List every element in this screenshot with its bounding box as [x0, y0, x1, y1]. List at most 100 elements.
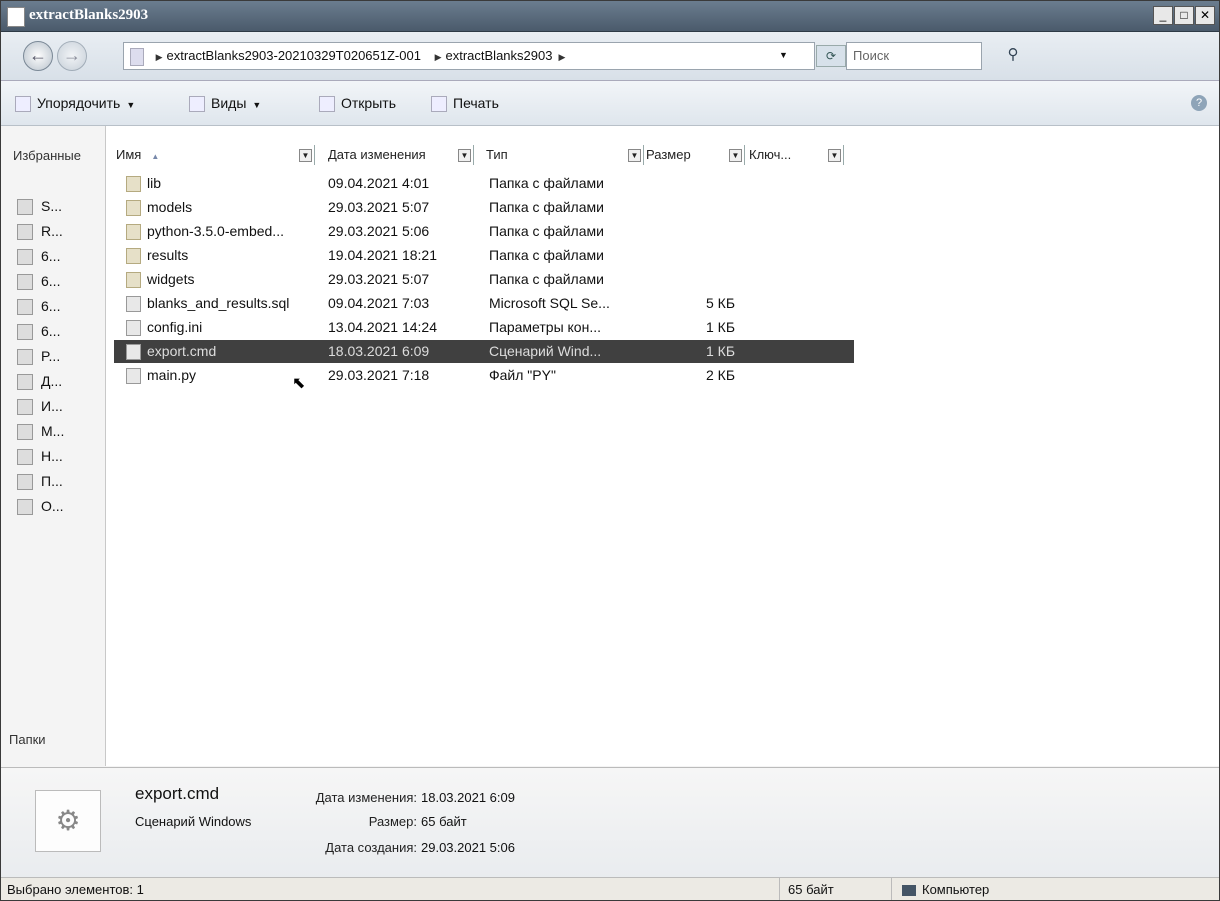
- search-icon[interactable]: ⚲: [1001, 42, 1025, 68]
- details-size-value: 65 байт: [421, 814, 467, 829]
- script-file-icon: ⚙: [35, 790, 101, 852]
- file-type: Папка с файлами: [489, 199, 604, 215]
- nav-item[interactable]: 6...: [17, 244, 60, 268]
- file-date: 29.03.2021 5:07: [328, 199, 430, 215]
- mouse-cursor-icon: ⬉: [292, 375, 306, 392]
- file-list: Имя ▲ ▼ Дата изменения ▼ Тип ▼ Размер ▼ Ключ.…: [106, 126, 1219, 766]
- ini-file-icon: [126, 320, 141, 337]
- cmd-file-icon: [126, 344, 141, 361]
- title-bar: extractBlanks2903 _ □ ✕: [1, 1, 1219, 32]
- nav-item[interactable]: Д...: [17, 369, 62, 393]
- file-row[interactable]: results 19.04.2021 18:21 Папка с файлами: [114, 244, 854, 267]
- file-name: models: [147, 199, 193, 215]
- chevron-right-icon: ▶: [155, 52, 163, 62]
- column-dropdown-icon[interactable]: ▼: [729, 149, 742, 162]
- file-name: blanks_and_results.sql: [147, 295, 290, 311]
- folder-icon: [126, 176, 141, 193]
- window-controls: _ □ ✕: [1153, 6, 1215, 25]
- file-row[interactable]: lib 09.04.2021 4:01 Папка с файлами: [114, 172, 854, 195]
- command-bar: Упорядочить ▼ Виды ▼ Открыть Печать ?: [1, 81, 1219, 126]
- column-header-name[interactable]: Имя ▲ ▼: [116, 145, 315, 165]
- print-button[interactable]: Печать: [431, 92, 499, 114]
- file-row[interactable]: blanks_and_results.sql 09.04.2021 7:03 M…: [114, 292, 854, 315]
- file-name: widgets: [147, 271, 195, 287]
- file-row[interactable]: config.ini 13.04.2021 14:24 Параметры ко…: [114, 316, 854, 339]
- open-icon: [319, 96, 335, 113]
- nav-item[interactable]: 6...: [17, 319, 60, 343]
- nav-item[interactable]: 6...: [17, 269, 60, 293]
- nav-item[interactable]: S...: [17, 194, 62, 218]
- search-icon: [17, 449, 33, 466]
- file-row[interactable]: models 29.03.2021 5:07 Папка с файлами: [114, 196, 854, 219]
- nav-item[interactable]: O...: [17, 494, 64, 518]
- column-dropdown-icon[interactable]: ▼: [458, 149, 471, 162]
- file-size: 1 КБ: [706, 319, 736, 335]
- file-date: 19.04.2021 18:21: [328, 247, 437, 263]
- file-type: Сценарий Wind...: [489, 343, 602, 359]
- nav-item[interactable]: M...: [17, 419, 64, 443]
- address-bar[interactable]: ▶ extractBlanks2903-20210329T020651Z-001 …: [123, 42, 815, 70]
- back-button[interactable]: ←: [23, 41, 53, 71]
- sql-file-icon: [126, 296, 141, 313]
- maximize-button[interactable]: □: [1174, 6, 1194, 25]
- help-icon[interactable]: ?: [1191, 95, 1207, 111]
- file-size: 1 КБ: [706, 343, 736, 359]
- library-icon: [17, 299, 33, 316]
- back-arrow-icon: ←: [29, 45, 47, 65]
- file-date: 09.04.2021 7:03: [328, 295, 430, 311]
- file-type: Файл "PY": [489, 367, 556, 383]
- file-type: Microsoft SQL Se...: [489, 295, 610, 311]
- refresh-button[interactable]: ⟳: [816, 45, 846, 67]
- nav-item[interactable]: И...: [17, 394, 63, 418]
- file-row[interactable]: python-3.5.0-embed... 29.03.2021 5:06 Па…: [114, 220, 854, 243]
- nav-item[interactable]: R...: [17, 219, 63, 243]
- address-row: ← → ▶ extractBlanks2903-20210329T020651Z-…: [1, 32, 1219, 81]
- folder-icon: [7, 7, 25, 27]
- nav-item[interactable]: H...: [17, 444, 63, 468]
- close-button[interactable]: ✕: [1195, 6, 1215, 25]
- file-row-selected[interactable]: export.cmd 18.03.2021 6:09 Сценарий Wind…: [114, 340, 854, 363]
- folders-toggle[interactable]: Папки: [9, 732, 46, 747]
- breadcrumb-item[interactable]: ▶ extractBlanks2903 ▶: [435, 43, 570, 70]
- views-button[interactable]: Виды ▼: [189, 92, 261, 114]
- file-name: export.cmd: [147, 343, 217, 359]
- nav-item[interactable]: П...: [17, 469, 63, 493]
- computer-icon: [902, 885, 916, 897]
- column-dropdown-icon[interactable]: ▼: [628, 149, 641, 162]
- file-date: 29.03.2021 5:07: [328, 271, 430, 287]
- details-modified-label: Дата изменения:: [315, 790, 417, 805]
- details-file-type: Сценарий Windows: [135, 814, 252, 829]
- breadcrumb-item[interactable]: ▶ extractBlanks2903-20210329T020651Z-001: [156, 43, 421, 70]
- open-button[interactable]: Открыть: [319, 92, 396, 114]
- column-dropdown-icon[interactable]: ▼: [299, 149, 312, 162]
- status-location: Компьютер: [891, 878, 1102, 900]
- forward-button[interactable]: →: [57, 41, 87, 71]
- file-type: Папка с файлами: [489, 175, 604, 191]
- file-type: Папка с файлами: [489, 223, 604, 239]
- image-icon: [17, 399, 33, 416]
- nav-item[interactable]: 6...: [17, 294, 60, 318]
- chevron-right-icon: ▶: [434, 52, 442, 62]
- file-date: 29.03.2021 7:18: [328, 367, 430, 383]
- library-icon: [17, 249, 33, 266]
- column-header-keywords[interactable]: Ключ... ▼: [749, 145, 844, 165]
- column-header-type[interactable]: Тип ▼: [486, 145, 644, 165]
- column-header-date[interactable]: Дата изменения ▼: [328, 145, 474, 165]
- file-name: main.py: [147, 367, 197, 383]
- navigation-pane: Избранные S... R... 6... 6... 6... 6... …: [1, 126, 106, 766]
- folder-icon: [126, 200, 141, 217]
- search-input[interactable]: Поиск: [846, 42, 982, 70]
- organize-button[interactable]: Упорядочить ▼: [15, 92, 135, 114]
- column-dropdown-icon[interactable]: ▼: [828, 149, 841, 162]
- details-size-label: Размер:: [368, 814, 417, 829]
- column-header-size[interactable]: Размер ▼: [646, 145, 745, 165]
- details-file-name: export.cmd: [135, 784, 220, 803]
- favorites-header[interactable]: Избранные: [13, 148, 103, 163]
- refresh-icon: ⟳: [825, 49, 837, 63]
- minimize-button[interactable]: _: [1153, 6, 1173, 25]
- file-date: 29.03.2021 5:06: [328, 223, 430, 239]
- file-row[interactable]: widgets 29.03.2021 5:07 Папка с файлами: [114, 268, 854, 291]
- nav-item[interactable]: P...: [17, 344, 60, 368]
- file-row[interactable]: main.py 29.03.2021 7:18 Файл "PY" 2 КБ: [114, 364, 854, 387]
- address-dropdown-icon[interactable]: ▼: [779, 42, 788, 68]
